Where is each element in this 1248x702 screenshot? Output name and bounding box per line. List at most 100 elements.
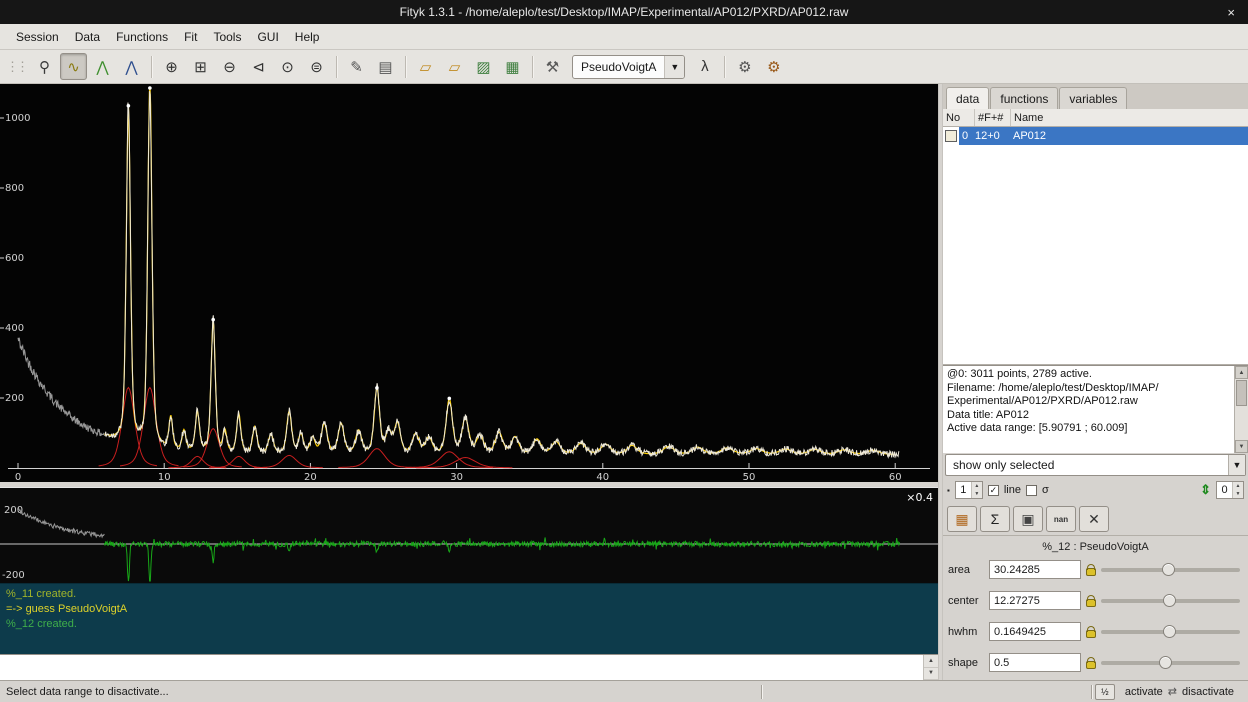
line-label: line: [1004, 484, 1021, 496]
lock-icon[interactable]: [1086, 599, 1096, 607]
disactivate-label[interactable]: disactivate: [1182, 686, 1234, 698]
status-hint: Select data range to disactivate...: [0, 686, 758, 698]
titlebar: Fityk 1.3.1 - /home/aleplo/test/Desktop/…: [0, 0, 1248, 24]
zoom-in-icon[interactable]: ⊕: [158, 53, 185, 80]
manual-fit-icon[interactable]: ⚒: [539, 53, 566, 80]
sigma-checkbox[interactable]: [1026, 485, 1037, 496]
sidebar-tabs: data functions variables: [943, 84, 1248, 109]
status-mini-button[interactable]: ½: [1095, 684, 1115, 700]
zoom-out-icon[interactable]: ⊖: [216, 53, 243, 80]
scroll-down-icon[interactable]: ▼: [1235, 440, 1248, 453]
param-label: hwhm: [948, 626, 984, 638]
shift-updown-icon[interactable]: ⇕: [1200, 482, 1211, 498]
tab-data[interactable]: data: [946, 87, 989, 109]
scroll-up-icon[interactable]: ▲: [1235, 366, 1248, 379]
menu-fit[interactable]: Fit: [176, 26, 205, 48]
param-label: area: [948, 564, 984, 576]
zoom-previous-icon[interactable]: ⊲: [245, 53, 272, 80]
open-data-icon[interactable]: ▱: [412, 53, 439, 80]
dataset-info-panel: @0: 3011 points, 2789 active. Filename: …: [943, 365, 1248, 453]
data-table-button[interactable]: ▦: [947, 506, 977, 532]
zoom-vertical-icon[interactable]: ⊜: [303, 53, 330, 80]
param-shape-slider[interactable]: [1101, 661, 1240, 665]
lock-icon[interactable]: [1086, 630, 1096, 638]
param-center-slider[interactable]: [1101, 599, 1240, 603]
window-title: Fityk 1.3.1 - /home/aleplo/test/Desktop/…: [400, 5, 849, 19]
export-data-icon[interactable]: ▦: [499, 53, 526, 80]
param-row-hwhm: hwhm 0.1649425: [943, 616, 1248, 647]
lock-icon[interactable]: [1086, 568, 1096, 576]
function-type-dropdown[interactable]: PseudoVoigtA▼: [572, 55, 685, 79]
param-area-slider[interactable]: [1101, 568, 1240, 572]
component-curve: [254, 455, 323, 467]
data-point-marker: [148, 86, 152, 90]
param-shape-input[interactable]: 0.5: [989, 653, 1081, 672]
output-console: %_11 created.=-> guess PseudoVoigtA%_12 …: [0, 583, 938, 654]
dataset-table-header: No #F+# Name: [943, 109, 1248, 127]
plot-style-controls: ▪ 1 ▲▼ line σ ⇕ 0 ▲▼: [943, 477, 1248, 503]
activate-toggle-icon[interactable]: ⇄: [1168, 685, 1177, 698]
column-header-name[interactable]: Name: [1011, 109, 1248, 126]
x-tick-label: 20: [304, 472, 317, 482]
chevron-down-icon[interactable]: ▼: [1228, 455, 1245, 475]
append-data-icon[interactable]: ▱: [441, 53, 468, 80]
sidebar-buttons: ▦Σ▣nan✕: [943, 503, 1248, 535]
param-hwhm-input[interactable]: 0.1649425: [989, 622, 1081, 641]
aux-plot[interactable]: 200-200×0.4: [0, 487, 938, 583]
component-curve: [405, 452, 493, 468]
y-tick-label: 1000: [5, 113, 30, 124]
residual-curve: [104, 537, 899, 581]
line-checkbox[interactable]: [988, 485, 999, 496]
script-editor-icon[interactable]: ▤: [372, 53, 399, 80]
menu-session[interactable]: Session: [8, 26, 67, 48]
activate-label[interactable]: activate: [1125, 686, 1163, 698]
menu-data[interactable]: Data: [67, 26, 108, 48]
zoom-select-mode-icon[interactable]: ⚲: [31, 53, 58, 80]
close-icon[interactable]: ×: [1220, 0, 1242, 24]
command-input[interactable]: [0, 655, 923, 680]
range-select-mode-icon[interactable]: ∿: [60, 53, 87, 80]
drag-peak-mode-icon[interactable]: ⋀: [118, 53, 145, 80]
show-filter-dropdown[interactable]: show only selected ▼: [945, 454, 1246, 476]
nan-button[interactable]: nan: [1046, 506, 1076, 532]
log-viewer-icon[interactable]: ✎: [343, 53, 370, 80]
tab-functions[interactable]: functions: [990, 87, 1058, 109]
functions-button[interactable]: ▣: [1013, 506, 1043, 532]
fit-settings-icon[interactable]: ⚙: [731, 53, 758, 80]
toolbar-grip[interactable]: ⋮⋮: [6, 59, 26, 75]
residual-inactive-curve: [18, 509, 104, 537]
lock-icon[interactable]: [1086, 661, 1096, 669]
menu-help[interactable]: Help: [287, 26, 328, 48]
input-history-scrollbar[interactable]: ▲▼: [923, 655, 938, 680]
param-hwhm-slider[interactable]: [1101, 630, 1240, 634]
x-tick-label: 0: [15, 472, 21, 482]
delete-button[interactable]: ✕: [1079, 506, 1109, 532]
shift-stepper[interactable]: 0 ▲▼: [1216, 481, 1244, 499]
menu-gui[interactable]: GUI: [249, 26, 286, 48]
column-header-no[interactable]: No: [943, 109, 975, 126]
info-line: Experimental/AP012/PXRD/AP012.raw: [947, 395, 1230, 409]
zoom-100-icon[interactable]: ⊙: [274, 53, 301, 80]
point-size-stepper[interactable]: 1 ▲▼: [955, 481, 983, 499]
fit-run-icon[interactable]: ⚙: [760, 53, 787, 80]
column-header-f[interactable]: #F+#: [975, 109, 1011, 126]
zoom-fit-icon[interactable]: ⊞: [187, 53, 214, 80]
info-scrollbar[interactable]: ▲ ▼: [1234, 366, 1248, 453]
main-plot[interactable]: 01020304050602004006008001000: [0, 84, 938, 482]
function-panel: %_12 : PseudoVoigtA area 30.24285 center…: [943, 535, 1248, 680]
point-style-icon[interactable]: ▪: [947, 486, 950, 495]
add-peak-mode-icon[interactable]: ⋀: [89, 53, 116, 80]
x-tick-label: 40: [596, 472, 609, 482]
sum-button[interactable]: Σ: [980, 506, 1010, 532]
dataset-row[interactable]: 0 12+0 AP012: [943, 127, 1248, 145]
y-tick-label: 400: [5, 323, 24, 334]
param-area-input[interactable]: 30.24285: [989, 560, 1081, 579]
edit-data-icon[interactable]: ▨: [470, 53, 497, 80]
param-center-input[interactable]: 12.27275: [989, 591, 1081, 610]
menu-tools[interactable]: Tools: [205, 26, 249, 48]
console-line: %_12 created.: [6, 617, 932, 632]
menu-functions[interactable]: Functions: [108, 26, 176, 48]
tab-variables[interactable]: variables: [1059, 87, 1127, 109]
dataset-color-swatch[interactable]: [945, 130, 957, 142]
guess-function-icon[interactable]: λ: [691, 53, 718, 80]
